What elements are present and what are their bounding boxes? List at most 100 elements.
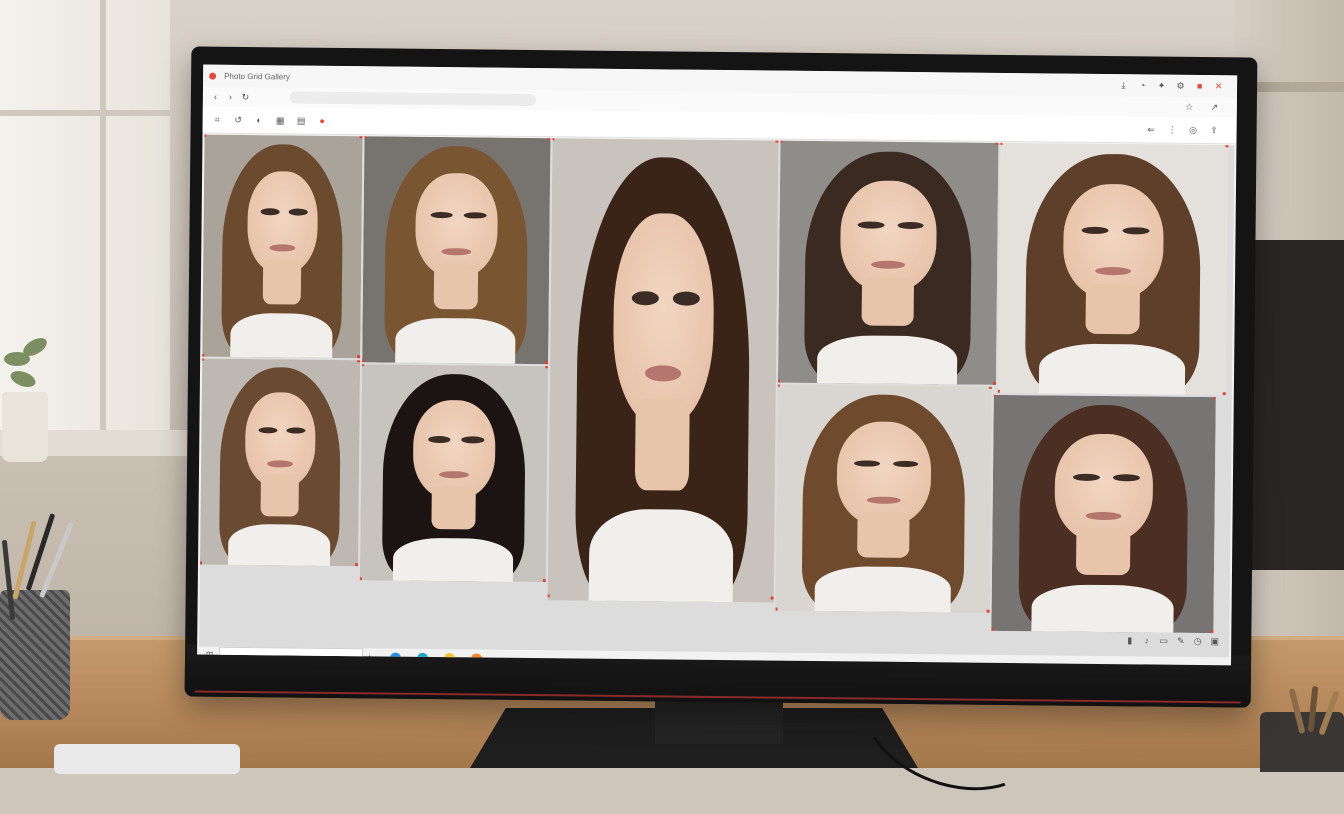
back-icon[interactable]: ‹: [211, 91, 220, 101]
volume-icon[interactable]: ♪: [1142, 635, 1151, 645]
account-icon[interactable]: ◎: [1189, 124, 1198, 134]
selection-handle: [202, 353, 205, 357]
selection-handle: [1212, 396, 1216, 400]
selection-handle: [545, 365, 549, 369]
portrait-photo-7[interactable]: [359, 364, 549, 583]
right-eye: [1112, 473, 1140, 482]
neck: [262, 259, 302, 305]
face: [839, 179, 938, 293]
portrait-photo-9[interactable]: [991, 394, 1216, 634]
shirt: [1031, 584, 1174, 634]
selection-handle: [359, 135, 363, 139]
rotate-icon[interactable]: ↺: [234, 114, 243, 124]
shirt: [395, 317, 516, 365]
lips: [644, 365, 682, 382]
neck: [1085, 283, 1141, 335]
face: [245, 391, 316, 488]
keyboard: [54, 744, 240, 774]
selection-handle: [988, 385, 992, 389]
neck: [431, 485, 477, 530]
portrait-photo-featured[interactable]: [547, 138, 779, 603]
face: [836, 421, 932, 527]
portrait-photo-8[interactable]: [775, 384, 992, 613]
minimize-icon[interactable]: ■: [1195, 80, 1204, 90]
selection-handle: [995, 141, 999, 145]
portrait-photo-2[interactable]: [362, 136, 551, 365]
system-tray: ▮ ♪ ▭ ✎ ◷ ▣: [1125, 635, 1219, 646]
lips: [1094, 266, 1132, 276]
shirt: [813, 565, 952, 613]
selection-handle: [1225, 144, 1229, 148]
plant-pot: [2, 392, 48, 462]
neck: [433, 263, 479, 310]
shirt: [588, 508, 734, 603]
selection-handle: [991, 627, 994, 631]
layers-icon[interactable]: ▤: [297, 115, 306, 125]
face: [412, 399, 496, 500]
selection-handle: [359, 577, 362, 581]
portrait-photo-1[interactable]: [202, 134, 363, 359]
monitor: Photo Grid Gallery ⤓ ◔ ✦ ⚙ ■ ✕ ‹ › ↻ ☆ ↗: [184, 46, 1258, 708]
edit-icon[interactable]: ✎: [1176, 636, 1185, 646]
selection-handle: [201, 358, 205, 361]
portrait-photo-5[interactable]: [997, 142, 1229, 396]
bookmark-icon[interactable]: ☆: [1185, 101, 1194, 111]
face: [247, 170, 318, 274]
close-dot-icon[interactable]: [209, 72, 217, 80]
forward-icon[interactable]: ›: [226, 91, 235, 101]
neck: [260, 474, 299, 517]
selection-handle: [547, 137, 551, 141]
extension-icon[interactable]: ✦: [1157, 80, 1166, 90]
history-icon[interactable]: ◔: [1138, 80, 1147, 90]
selection-handle: [992, 381, 996, 385]
window-title: Photo Grid Gallery: [224, 71, 290, 81]
more-icon[interactable]: ⋮: [1168, 124, 1177, 134]
crop-icon[interactable]: ⌗: [213, 114, 222, 124]
selection-handle: [999, 142, 1003, 145]
clock-icon[interactable]: ◷: [1193, 636, 1202, 646]
selection-handle: [363, 136, 367, 139]
grid-icon[interactable]: ▦: [276, 115, 285, 125]
selection-handle: [357, 359, 361, 363]
selection-handle: [777, 379, 780, 383]
selection-handle: [200, 561, 203, 565]
selection-handle: [1210, 629, 1214, 633]
selection-handle: [551, 138, 555, 141]
url-input[interactable]: [289, 91, 536, 107]
download-icon[interactable]: ⤓: [1119, 80, 1128, 90]
left-eye: [858, 221, 885, 229]
selection-handle: [203, 134, 207, 137]
left-eye: [1081, 226, 1110, 235]
battery-icon[interactable]: ▭: [1159, 636, 1168, 646]
settings-icon[interactable]: ⚙: [1176, 80, 1185, 90]
upload-icon[interactable]: ⇪: [1210, 125, 1219, 135]
notification-icon[interactable]: ▣: [1210, 636, 1219, 646]
selection-handle: [992, 394, 996, 397]
network-icon[interactable]: ▮: [1125, 635, 1134, 645]
neck: [861, 276, 915, 326]
selection-handle: [542, 578, 547, 583]
selection-handle: [775, 139, 779, 143]
face: [1054, 433, 1154, 543]
selection-handle: [770, 596, 774, 600]
selection-handle: [1222, 391, 1226, 395]
share-icon[interactable]: ↗: [1210, 102, 1219, 112]
left-eye: [258, 427, 278, 434]
selection-handle: [775, 607, 778, 611]
portrait-photo-6[interactable]: [200, 358, 361, 567]
reload-icon[interactable]: ↻: [241, 91, 250, 101]
portrait-photo-4[interactable]: [777, 140, 999, 385]
close-icon[interactable]: ✕: [1214, 81, 1223, 91]
lips: [1085, 511, 1122, 520]
left-eye: [1072, 473, 1100, 481]
shirt: [393, 537, 513, 583]
face: [612, 212, 715, 427]
shirt: [230, 312, 333, 359]
right-eye: [461, 436, 485, 444]
record-icon[interactable]: ●: [318, 115, 327, 125]
filter-icon[interactable]: ◐: [255, 115, 264, 125]
selection-handle: [362, 358, 365, 362]
undo-icon[interactable]: ⇐: [1147, 124, 1156, 134]
shirt: [228, 523, 330, 567]
left-eye: [260, 208, 280, 216]
